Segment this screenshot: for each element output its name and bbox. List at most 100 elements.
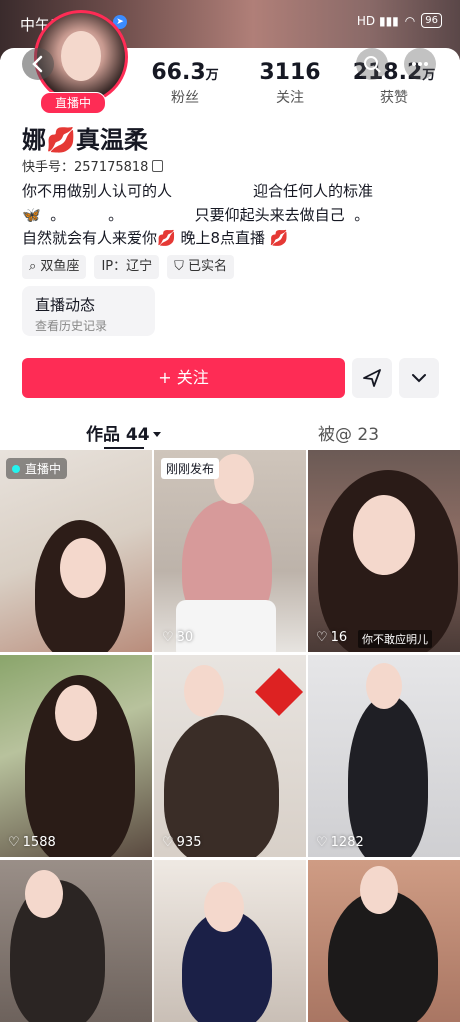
- fu-decoration: [254, 667, 304, 717]
- search-button[interactable]: [356, 48, 388, 80]
- stat-fans-label: 粉丝: [171, 90, 199, 106]
- thumbnail-face: [214, 454, 254, 504]
- lips-icon: 💋: [157, 229, 176, 247]
- bio-line-1: 你不用做别人认可的人 迎合任何人的标准: [22, 182, 374, 200]
- live-status-badge[interactable]: 直播中: [40, 92, 106, 114]
- send-icon: [363, 369, 381, 387]
- wifi-icon: ◠: [404, 13, 416, 28]
- name-prefix: 娜: [22, 126, 46, 154]
- chevron-down-icon: [412, 374, 426, 383]
- stat-fans[interactable]: 66.3万 粉丝: [140, 60, 230, 107]
- like-count-value: 935: [176, 835, 202, 850]
- lips-icon: 💋: [269, 229, 289, 247]
- like-count: ♡ 1588: [8, 835, 56, 850]
- video-thumbnail[interactable]: 直播中: [0, 450, 152, 652]
- bio-line-3-text-b: 晚上8点直播: [175, 229, 270, 247]
- search-icon: [364, 56, 381, 73]
- signal-icon: HD ▮▮▮: [356, 13, 399, 28]
- battery-icon: 96: [421, 13, 442, 28]
- like-count-value: 16: [330, 630, 348, 645]
- heart-icon: ♡: [162, 630, 174, 645]
- live-history-card[interactable]: 直播动态 查看历史记录: [22, 286, 155, 336]
- shield-icon: ⛉: [174, 259, 189, 274]
- like-count: ♡ 1282: [316, 835, 364, 850]
- copy-icon[interactable]: [152, 160, 164, 172]
- video-thumbnail[interactable]: [154, 860, 306, 1022]
- name-suffix: 真温柔: [75, 126, 148, 154]
- live-dot-icon: [12, 465, 20, 473]
- share-button[interactable]: [352, 358, 392, 398]
- stat-fans-value: 66.3: [151, 60, 206, 85]
- stat-following[interactable]: 3116 关注: [250, 60, 330, 107]
- video-thumbnail[interactable]: [0, 860, 152, 1022]
- tab-tagged[interactable]: 被@ 23: [318, 420, 379, 445]
- status-icons: HD ▮▮▮ ◠ 96: [357, 13, 442, 28]
- bio-line-2: 🦋 。 。 只要仰起头来去做自己 。: [22, 204, 369, 225]
- thumbnail-face: [353, 495, 415, 575]
- tag-zodiac[interactable]: ⌕ 双鱼座: [22, 255, 87, 279]
- kuaishou-id-value: 257175818: [74, 160, 149, 175]
- thumbnail-face: [360, 866, 398, 914]
- stat-likes-label: 获赞: [380, 90, 408, 106]
- video-caption: 你不敢应明儿: [358, 630, 432, 648]
- like-count-value: 1282: [330, 835, 364, 850]
- thumbnail-face: [25, 870, 63, 918]
- video-thumbnail[interactable]: 刚刚发布 ♡ 30: [154, 450, 306, 652]
- more-options-button[interactable]: [399, 358, 439, 398]
- video-thumbnail[interactable]: [308, 860, 460, 1022]
- stat-fans-unit: 万: [205, 68, 219, 83]
- profile-name: 娜💋真温柔: [22, 120, 148, 155]
- thumbnail-face: [55, 685, 97, 741]
- more-button[interactable]: [404, 48, 436, 80]
- stat-following-value: 3116: [259, 60, 321, 85]
- heart-icon: ♡: [316, 835, 328, 850]
- thumbnail-face: [204, 882, 244, 932]
- thumbnail-face: [184, 665, 224, 717]
- more-icon: [412, 62, 428, 66]
- video-thumbnail[interactable]: 你不敢应明儿 ♡ 16: [308, 450, 460, 652]
- like-count-value: 1588: [22, 835, 56, 850]
- like-count: ♡ 935: [162, 835, 201, 850]
- tag-ip-label: IP：辽宁: [101, 259, 153, 274]
- thumbnail-face: [366, 663, 402, 709]
- live-badge-label: 直播中: [25, 462, 62, 476]
- thumbnail-figure: [348, 695, 428, 857]
- tab-works[interactable]: 作品 44: [86, 420, 161, 445]
- thumbnail-face: [60, 538, 106, 598]
- tag-verified-label: 已实名: [188, 259, 228, 274]
- caret-down-icon: [152, 432, 161, 437]
- tag-zodiac-label: 双鱼座: [40, 259, 80, 274]
- heart-icon: ♡: [316, 630, 328, 645]
- lips-icon: 💋: [46, 126, 76, 154]
- kuaishou-id-row[interactable]: 快手号：257175818: [22, 156, 164, 175]
- live-badge: 直播中: [6, 458, 68, 479]
- video-thumbnail[interactable]: ♡ 1588: [0, 655, 152, 857]
- tab-underline: [104, 447, 144, 449]
- bio-line-2-text: 。 。 只要仰起头来去做自己 。: [40, 206, 370, 224]
- profile-tags: ⌕ 双鱼座 IP：辽宁 ⛉ 已实名: [22, 255, 235, 279]
- avatar-face: [61, 31, 101, 81]
- kuaishou-id-label: 快手号：: [22, 160, 75, 175]
- butterfly-icon: 🦋: [22, 206, 41, 224]
- like-count-value: 30: [176, 630, 194, 645]
- heart-icon: ♡: [162, 835, 174, 850]
- video-thumbnail[interactable]: ♡ 935: [154, 655, 306, 857]
- chevron-left-icon: [32, 55, 43, 73]
- tag-icon: ⌕: [29, 259, 41, 274]
- heart-icon: ♡: [8, 835, 20, 850]
- follow-button[interactable]: + 关注: [22, 358, 345, 398]
- bio-line-3-text-a: 自然就会有人来爱你: [22, 229, 158, 247]
- bio-line-3: 自然就会有人来爱你💋 晚上8点直播 💋: [22, 227, 288, 248]
- profile-stats: 66.3万 粉丝 3116 关注 218.2万 获赞: [140, 60, 440, 110]
- like-count: ♡ 16: [316, 630, 347, 645]
- tab-works-label: 作品 44: [86, 425, 150, 445]
- video-thumbnail[interactable]: ♡ 1282: [308, 655, 460, 857]
- back-button[interactable]: [22, 48, 54, 80]
- stat-following-label: 关注: [276, 90, 304, 106]
- tag-ip[interactable]: IP：辽宁: [94, 255, 160, 279]
- new-badge: 刚刚发布: [161, 458, 220, 479]
- content-tabs: 作品 44 被@ 23: [0, 413, 460, 449]
- live-history-title: 直播动态: [35, 296, 96, 314]
- tag-verified[interactable]: ⛉ 已实名: [167, 255, 235, 279]
- like-count: ♡ 30: [162, 630, 193, 645]
